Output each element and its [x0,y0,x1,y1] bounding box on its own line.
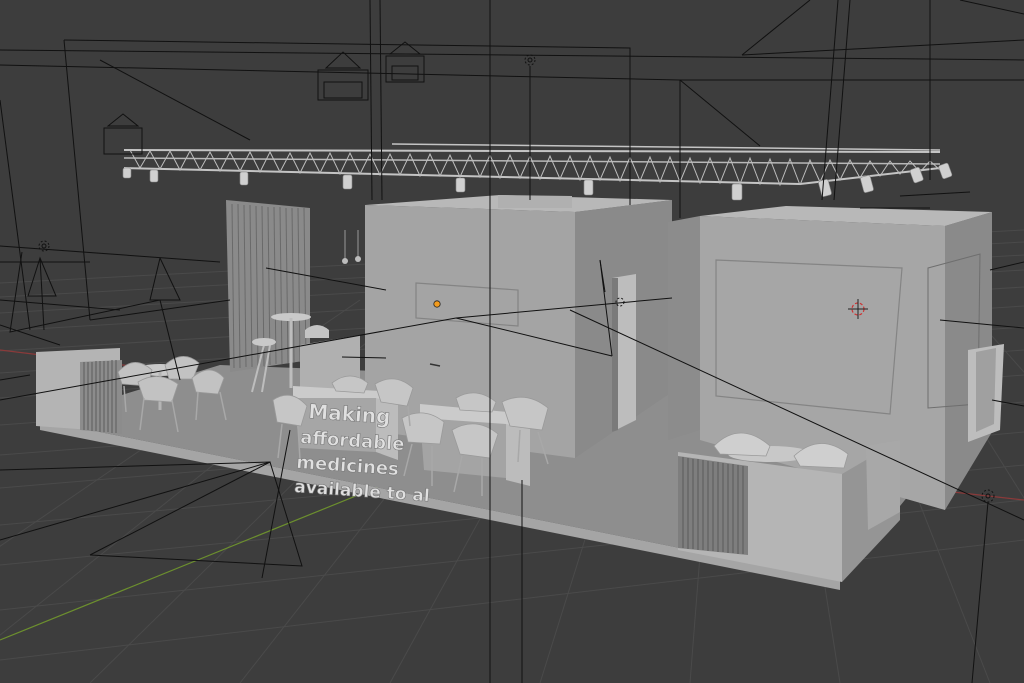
camera-icon[interactable] [385,41,425,83]
3d-viewport[interactable]: Making affordable medicines available to… [0,0,1024,683]
light-icon[interactable] [971,489,995,683]
object-origin-icon[interactable] [433,300,441,308]
camera-icon[interactable] [317,51,369,101]
spotlight-row [122,162,953,201]
camera-icon[interactable] [103,113,143,155]
